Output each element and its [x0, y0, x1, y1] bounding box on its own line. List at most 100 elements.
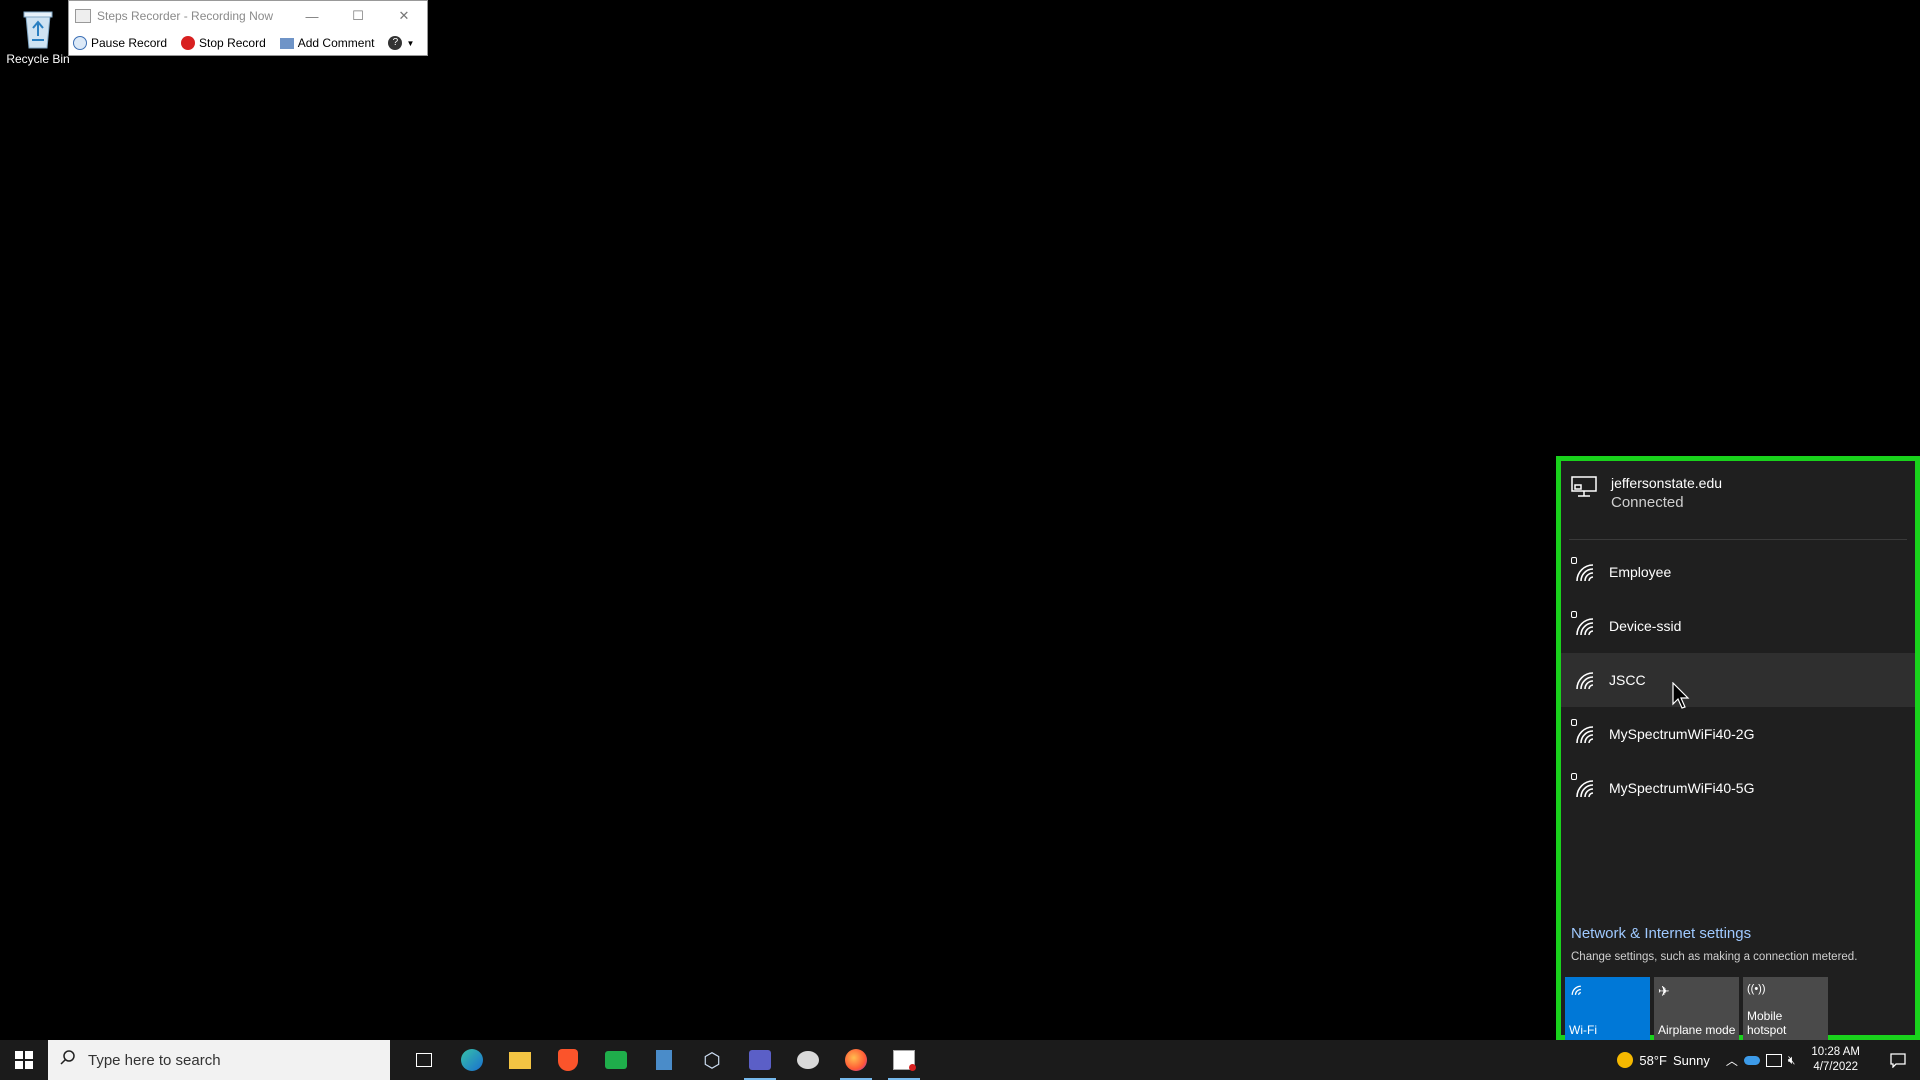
wifi-icon — [1571, 667, 1597, 693]
wifi-secured-icon — [1571, 611, 1597, 639]
pause-record-label: Pause Record — [91, 36, 168, 50]
airplane-icon: ✈ — [1658, 983, 1670, 999]
edge-icon — [461, 1049, 483, 1071]
maximize-icon[interactable]: ☐ — [335, 8, 381, 24]
stop-record-label: Stop Record — [199, 36, 266, 50]
sun-icon — [1617, 1052, 1634, 1068]
file-explorer-button[interactable] — [496, 1040, 544, 1080]
clock-date: 4/7/2022 — [1813, 1061, 1859, 1073]
weather-condition: Sunny — [1672, 1052, 1710, 1068]
paint-icon — [797, 1051, 819, 1069]
calculator-icon — [656, 1050, 672, 1070]
action-center-button[interactable] — [1876, 1052, 1920, 1068]
network-icon[interactable] — [1765, 1053, 1782, 1067]
cube-icon: ⬡ — [703, 1049, 721, 1072]
steps-recorder-toolbar: Pause Record Stop Record Add Comment ? ▼ — [69, 31, 427, 55]
teams-icon — [749, 1050, 771, 1070]
network-item-employee[interactable]: Employee — [1561, 545, 1915, 599]
taskbar-apps: ⬡ — [400, 1040, 928, 1080]
network-name: Device-ssid — [1609, 618, 1682, 634]
teams-app-button[interactable] — [736, 1040, 784, 1080]
firefox-app-button[interactable] — [832, 1040, 880, 1080]
help-icon: ? — [388, 36, 403, 50]
start-button[interactable] — [0, 1040, 48, 1080]
airplane-mode-tile[interactable]: ✈ Airplane mode — [1654, 977, 1739, 1040]
notification-icon — [1890, 1053, 1906, 1068]
steps-recorder-app-icon — [75, 9, 91, 23]
task-view-icon — [416, 1053, 432, 1067]
wifi-secured-icon — [1571, 557, 1597, 585]
close-icon[interactable]: ✕ — [381, 8, 427, 24]
network-name: Employee — [1609, 564, 1672, 580]
paint-app-button[interactable] — [784, 1040, 832, 1080]
weather-widget[interactable]: 58°F Sunny — [1617, 1052, 1710, 1068]
wifi-icon — [1569, 983, 1583, 1000]
green-app-icon — [605, 1051, 627, 1069]
windows-logo-icon — [15, 1051, 33, 1069]
clock-time: 10:28 AM — [1811, 1046, 1860, 1058]
wifi-secured-icon — [1571, 773, 1597, 801]
calculator-app-button[interactable] — [640, 1040, 688, 1080]
network-item-device-ssid[interactable]: Device-ssid — [1561, 599, 1915, 653]
airplane-tile-label: Airplane mode — [1658, 1023, 1736, 1037]
search-icon — [60, 1049, 76, 1071]
network-settings-link[interactable]: Network & Internet settings — [1571, 925, 1751, 942]
steps-recorder-window: Steps Recorder - Recording Now — ☐ ✕ Pau… — [68, 0, 428, 56]
mobile-hotspot-tile[interactable]: ((•)) Mobile hotspot — [1743, 977, 1828, 1040]
stop-icon — [181, 36, 196, 50]
pause-record-button[interactable]: Pause Record — [73, 36, 167, 50]
network-name: MySpectrumWiFi40-2G — [1609, 726, 1755, 742]
taskbar-search-box[interactable] — [48, 1040, 390, 1080]
hotspot-icon: ((•)) — [1747, 983, 1766, 995]
brave-app-button[interactable] — [544, 1040, 592, 1080]
recycle-bin-icon — [18, 6, 58, 50]
chevron-down-icon: ▼ — [406, 38, 415, 48]
search-input[interactable] — [86, 1050, 370, 1070]
steps-recorder-taskbar-button[interactable] — [880, 1040, 928, 1080]
wifi-tile-label: Wi-Fi — [1569, 1023, 1597, 1037]
chevron-up-icon[interactable]: ︿ — [1726, 1052, 1738, 1069]
folder-icon — [509, 1051, 531, 1069]
brave-lion-icon — [558, 1049, 578, 1071]
connected-network[interactable]: jeffersonstate.edu Connected — [1571, 475, 1722, 511]
network-item-myspectrum-5g[interactable]: MySpectrumWiFi40-5G — [1561, 761, 1915, 815]
hotspot-tile-label: Mobile hotspot — [1747, 1009, 1787, 1037]
network-name: MySpectrumWiFi40-5G — [1609, 780, 1755, 796]
recycle-bin-desktop-icon[interactable]: Recycle Bin — [4, 6, 72, 66]
network-settings-description: Change settings, such as making a connec… — [1571, 951, 1858, 963]
task-view-button[interactable] — [400, 1040, 448, 1080]
cube-app-button[interactable]: ⬡ — [688, 1040, 736, 1080]
network-item-myspectrum-2g[interactable]: MySpectrumWiFi40-2G — [1561, 707, 1915, 761]
help-button[interactable]: ? ▼ — [388, 36, 414, 50]
steps-recorder-taskbar-icon — [893, 1050, 916, 1071]
add-comment-label: Add Comment — [297, 36, 375, 50]
firefox-icon — [845, 1049, 867, 1071]
weather-temp: 58°F — [1639, 1052, 1667, 1068]
network-flyout: jeffersonstate.edu Connected Employee De… — [1556, 456, 1920, 1040]
steps-recorder-titlebar[interactable]: Steps Recorder - Recording Now — ☐ ✕ — [69, 1, 427, 31]
taskbar-clock[interactable]: 10:28 AM 4/7/2022 — [1811, 1045, 1860, 1075]
system-tray: 58°F Sunny ︿ 🔇︎ 10:28 AM 4/7/2022 — [1617, 1040, 1920, 1080]
edge-app-button[interactable] — [448, 1040, 496, 1080]
pause-icon — [73, 36, 87, 50]
connected-network-name: jeffersonstate.edu — [1611, 475, 1723, 491]
green-app-button[interactable] — [592, 1040, 640, 1080]
onedrive-icon[interactable] — [1743, 1055, 1760, 1065]
taskbar: ⬡ 58°F Sunny ︿ 🔇︎ 10:28 AM 4/7/2022 — [0, 1040, 1920, 1080]
wifi-tile[interactable]: Wi-Fi — [1565, 977, 1650, 1040]
recycle-bin-label: Recycle Bin — [6, 52, 70, 66]
stop-record-button[interactable]: Stop Record — [181, 36, 266, 50]
wifi-secured-icon — [1571, 719, 1597, 747]
comment-icon — [279, 37, 294, 49]
minimize-icon[interactable]: — — [289, 9, 335, 24]
network-name: JSCC — [1609, 672, 1646, 688]
add-comment-button[interactable]: Add Comment — [279, 36, 375, 50]
divider — [1569, 539, 1907, 540]
volume-muted-icon[interactable]: 🔇︎ — [1788, 1053, 1796, 1068]
steps-recorder-title: Steps Recorder - Recording Now — [97, 9, 274, 23]
mouse-cursor-icon — [1672, 681, 1690, 715]
network-item-jscc[interactable]: JSCC — [1561, 653, 1915, 707]
ethernet-icon — [1571, 475, 1597, 511]
connected-network-status: Connected — [1611, 494, 1684, 511]
quick-action-tiles: Wi-Fi ✈ Airplane mode ((•)) Mobile hotsp… — [1565, 977, 1828, 1040]
